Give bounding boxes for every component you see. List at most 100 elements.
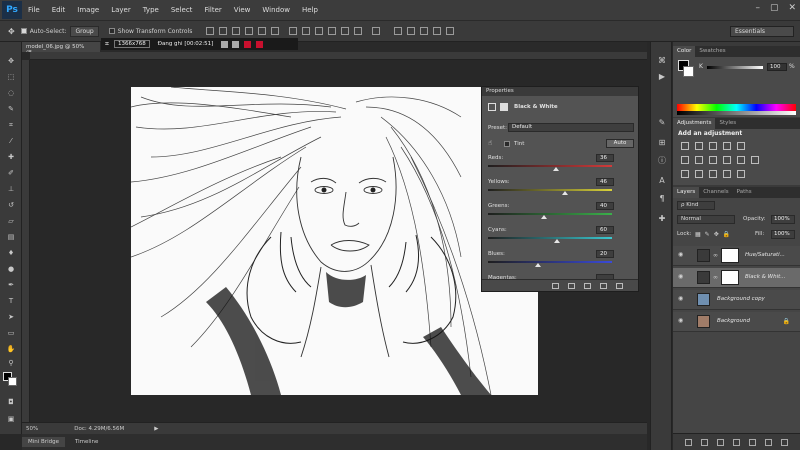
distribute-bottom-icon[interactable] bbox=[315, 27, 324, 35]
crop-tool-icon[interactable]: ⌗ bbox=[5, 120, 17, 130]
document-tab[interactable]: model_06.jpg @ 50% (B... bbox=[22, 42, 100, 56]
slider-value-input[interactable]: 36 bbox=[596, 154, 614, 162]
brush-presets-icon[interactable]: ✎ bbox=[657, 118, 667, 128]
slider-track[interactable] bbox=[488, 237, 612, 239]
new-layer-icon[interactable] bbox=[765, 438, 772, 446]
eye-icon[interactable]: ◉ bbox=[678, 296, 685, 302]
menu-filter[interactable]: Filter bbox=[198, 6, 227, 14]
layer-name[interactable]: Hue/Saturati... bbox=[745, 252, 785, 258]
distribute-vcenter-icon[interactable] bbox=[302, 27, 311, 35]
color-spectrum[interactable] bbox=[677, 104, 796, 111]
align-bottom-icon[interactable] bbox=[232, 27, 241, 35]
layer-row[interactable]: ◉ ∞ Black & Whit... bbox=[673, 268, 800, 288]
brightness-icon[interactable] bbox=[681, 142, 689, 150]
auto-align-icon[interactable] bbox=[372, 27, 381, 35]
blur-tool-icon[interactable]: ♦ bbox=[5, 248, 17, 258]
character-icon[interactable]: A bbox=[657, 176, 667, 186]
properties-panel-tab[interactable]: Properties bbox=[482, 87, 638, 96]
delete-icon[interactable] bbox=[616, 283, 623, 289]
slider-value-input[interactable]: 20 bbox=[596, 250, 614, 258]
gradient-tool-icon[interactable]: ▤ bbox=[5, 232, 17, 242]
lasso-tool-icon[interactable]: ◌ bbox=[5, 88, 17, 98]
tool-presets-icon[interactable]: ⊞ bbox=[657, 138, 667, 148]
actions-icon[interactable]: ▶ bbox=[657, 72, 667, 82]
3d-rotate-icon[interactable] bbox=[394, 27, 403, 35]
slider-value-input[interactable]: 60 bbox=[596, 226, 614, 234]
recorder-close-button[interactable] bbox=[256, 40, 264, 48]
slider-thumb[interactable] bbox=[534, 263, 541, 267]
pen-tool-icon[interactable]: ✒ bbox=[5, 280, 17, 290]
layer-name[interactable]: Background copy bbox=[717, 296, 765, 302]
vertical-ruler[interactable] bbox=[22, 60, 30, 422]
distribute-top-icon[interactable] bbox=[289, 27, 298, 35]
color-balance-icon[interactable] bbox=[695, 156, 703, 164]
color-k-slider[interactable] bbox=[707, 66, 763, 69]
align-right-icon[interactable] bbox=[271, 27, 280, 35]
auto-select-dropdown[interactable]: Group bbox=[70, 25, 99, 37]
selective-color-icon[interactable] bbox=[723, 170, 731, 178]
slider-track[interactable] bbox=[488, 189, 612, 191]
layer-row[interactable]: ◉ ∞ Hue/Saturati... bbox=[673, 246, 800, 266]
history-icon[interactable]: ⌘ bbox=[657, 56, 667, 66]
gradient-map-icon[interactable] bbox=[737, 170, 745, 178]
menu-image[interactable]: Image bbox=[71, 6, 105, 14]
quick-select-tool-icon[interactable]: ✎ bbox=[5, 104, 17, 114]
zoom-tool-icon[interactable]: ⚲ bbox=[5, 358, 17, 368]
delete-layer-icon[interactable] bbox=[781, 438, 788, 446]
slider-thumb[interactable] bbox=[553, 167, 560, 171]
maximize-icon[interactable]: ▢ bbox=[770, 3, 779, 13]
curves-icon[interactable] bbox=[709, 142, 717, 150]
levels-icon[interactable] bbox=[695, 142, 703, 150]
horizontal-ruler[interactable] bbox=[30, 52, 647, 60]
move-tool-icon[interactable]: ✥ bbox=[5, 56, 17, 66]
distribute-hcenter-icon[interactable] bbox=[341, 27, 350, 35]
3d-slide-icon[interactable] bbox=[433, 27, 442, 35]
exposure-icon[interactable] bbox=[723, 142, 731, 150]
vibrance-icon[interactable] bbox=[737, 142, 745, 150]
show-transform-checkbox[interactable] bbox=[108, 28, 115, 34]
3d-scale-icon[interactable] bbox=[446, 27, 455, 35]
layer-name[interactable]: Black & Whit... bbox=[745, 274, 786, 280]
lock-options-icon[interactable]: ▦✎✥🔒 bbox=[695, 231, 734, 238]
eye-icon[interactable]: ◉ bbox=[678, 318, 685, 324]
document-size[interactable]: Doc: 4.29M/6.56M bbox=[74, 426, 124, 432]
screen-mode-icon[interactable]: ▣ bbox=[5, 414, 17, 424]
tab-layers[interactable]: Layers bbox=[673, 187, 700, 198]
paragraph-icon[interactable]: ¶ bbox=[657, 194, 667, 204]
align-left-icon[interactable] bbox=[245, 27, 254, 35]
menu-help[interactable]: Help bbox=[296, 6, 324, 14]
type-tool-icon[interactable]: T bbox=[5, 296, 17, 306]
auto-button[interactable]: Auto bbox=[606, 139, 634, 148]
dodge-tool-icon[interactable]: ● bbox=[5, 264, 17, 274]
history-brush-tool-icon[interactable]: ↺ bbox=[5, 200, 17, 210]
tab-timeline[interactable]: Timeline bbox=[69, 437, 104, 447]
menu-type[interactable]: Type bbox=[137, 6, 165, 14]
eye-icon[interactable]: ◉ bbox=[678, 252, 685, 258]
threshold-icon[interactable] bbox=[709, 170, 717, 178]
color-k-value[interactable]: 100 bbox=[767, 63, 787, 71]
view-previous-icon[interactable] bbox=[568, 283, 575, 289]
mask-icon[interactable] bbox=[500, 103, 508, 111]
document-canvas[interactable] bbox=[131, 87, 538, 395]
distribute-left-icon[interactable] bbox=[328, 27, 337, 35]
menu-file[interactable]: File bbox=[22, 6, 46, 14]
brush-tool-icon[interactable]: ✐ bbox=[5, 168, 17, 178]
clone-stamp-tool-icon[interactable]: ⊥ bbox=[5, 184, 17, 194]
preset-dropdown[interactable]: Default bbox=[508, 123, 634, 132]
align-hcenter-icon[interactable] bbox=[258, 27, 267, 35]
menu-select[interactable]: Select bbox=[165, 6, 199, 14]
slider-track[interactable] bbox=[488, 261, 612, 263]
align-vcenter-icon[interactable] bbox=[219, 27, 228, 35]
hue-saturation-icon[interactable] bbox=[681, 156, 689, 164]
eye-icon[interactable]: ◉ bbox=[678, 274, 685, 280]
new-adjustment-icon[interactable] bbox=[733, 438, 740, 446]
3d-drag-icon[interactable] bbox=[420, 27, 429, 35]
photo-filter-icon[interactable] bbox=[723, 156, 731, 164]
shape-tool-icon[interactable]: ▭ bbox=[5, 328, 17, 338]
posterize-icon[interactable] bbox=[695, 170, 703, 178]
add-mask-icon[interactable] bbox=[717, 438, 724, 446]
invert-icon[interactable] bbox=[681, 170, 689, 178]
background-color-swatch[interactable] bbox=[8, 377, 17, 386]
align-top-icon[interactable] bbox=[206, 27, 215, 35]
show-transform-option[interactable]: Show Transform Controls bbox=[108, 28, 192, 35]
